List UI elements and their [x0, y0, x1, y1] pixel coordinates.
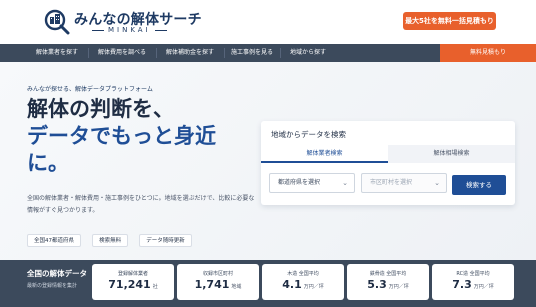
site-header: みんなの解体サーチ MINKAI 最大5社を無料一括見積もり [0, 0, 536, 44]
tab-contractor-search[interactable]: 解体業者検索 [261, 145, 388, 163]
bulk-quote-button[interactable]: 最大5社を無料一括見積もり [403, 12, 496, 30]
stat-card: RC造 全国平均 7.3 万円／坪 [432, 264, 514, 300]
search-button[interactable]: 検索する [452, 175, 506, 195]
prefecture-select-label: 都道府県を選択 [278, 179, 321, 186]
stat-value: 7.3 万円／坪 [432, 278, 514, 291]
free-quote-button[interactable]: 無料見積もり [440, 44, 536, 62]
stat-unit: 万円／坪 [303, 284, 324, 290]
stat-number: 7.3 [452, 278, 472, 291]
city-select[interactable]: 市区町村を選択 ⌄ [361, 173, 447, 193]
nav-item-case-studies[interactable]: 施工事例を見る [224, 44, 280, 62]
stat-unit: 万円／坪 [473, 284, 494, 290]
stat-title: 木造 全国平均 [287, 271, 319, 277]
stat-card: 木造 全国平均 4.1 万円／坪 [262, 264, 344, 300]
headline-line-3: に。 [27, 151, 69, 175]
tag-data-updated: データ随時更新 [139, 234, 192, 247]
stats-title: 全国の解体データ [27, 269, 87, 278]
stat-card: 収録市区町村 1,741 地域 [177, 264, 259, 300]
stat-number: 5.3 [367, 278, 387, 291]
search-tabs: 解体業者検索 解体相場検索 [261, 145, 515, 163]
stat-title: 登録解体業者 [117, 271, 148, 277]
stat-unit: 地域 [231, 284, 242, 290]
prefecture-select[interactable]: 都道府県を選択 ⌄ [269, 173, 355, 193]
tag-nationwide: 全国47都道府県 [27, 234, 81, 247]
stat-value: 5.3 万円／坪 [347, 278, 429, 291]
search-card-title: 地域からデータを検索 [271, 130, 346, 139]
stat-unit: 万円／坪 [388, 284, 409, 290]
stat-card: 鉄骨造 全国平均 5.3 万円／坪 [347, 264, 429, 300]
stat-title: 収録市区町村 [202, 271, 233, 277]
stat-title: 鉄骨造 全国平均 [369, 271, 407, 277]
search-card: 地域からデータを検索 解体業者検索 解体相場検索 都道府県を選択 ⌄ 市区町村を… [261, 121, 515, 205]
site-logo[interactable]: みんなの解体サーチ MINKAI [44, 7, 204, 37]
hero-tagline: みんなが探せる、解体データプラットフォーム [27, 86, 153, 93]
building-search-icon [44, 9, 70, 35]
stat-value: 4.1 万円／坪 [262, 278, 344, 291]
headline-line-2: データでもっと身近 [27, 124, 216, 148]
logo-subtitle: MINKAI [88, 26, 171, 34]
stat-number: 1,741 [194, 278, 230, 291]
stat-value: 1,741 地域 [177, 278, 259, 291]
hero-description: 全国の解体業者・解体費用・施工事例をひとつに。地域を選ぶだけで、比較に必要な情報… [27, 195, 255, 214]
stat-title: RC造 全国平均 [456, 271, 490, 277]
stat-number: 4.1 [282, 278, 302, 291]
nav-item-subsidies[interactable]: 解体補助金を探す [156, 44, 224, 62]
city-select-label: 市区町村を選択 [370, 179, 413, 186]
stat-number: 71,241 [108, 278, 151, 291]
stat-value: 71,241 社 [92, 278, 174, 291]
nav-item-by-region[interactable]: 地域から探す [280, 44, 336, 62]
chevron-down-icon: ⌄ [342, 179, 348, 187]
tag-free-search: 検索無料 [92, 234, 129, 247]
hero-headline: 解体の判断を、 データでもっと身近 に。 [27, 96, 267, 177]
stat-unit: 社 [152, 284, 158, 290]
stat-card: 登録解体業者 71,241 社 [92, 264, 174, 300]
headline-line-1: 解体の判断を、 [27, 97, 174, 121]
chevron-down-icon: ⌄ [434, 179, 440, 187]
stats-subtitle: 最新の登録情報を集計 [27, 283, 78, 289]
nav-item-costs[interactable]: 解体費用を調べる [88, 44, 156, 62]
feature-tags: 全国47都道府県 検索無料 データ随時更新 [27, 227, 198, 247]
nav-item-find-contractors[interactable]: 解体業者を探す [26, 44, 88, 62]
tab-price-search[interactable]: 解体相場検索 [388, 145, 515, 163]
